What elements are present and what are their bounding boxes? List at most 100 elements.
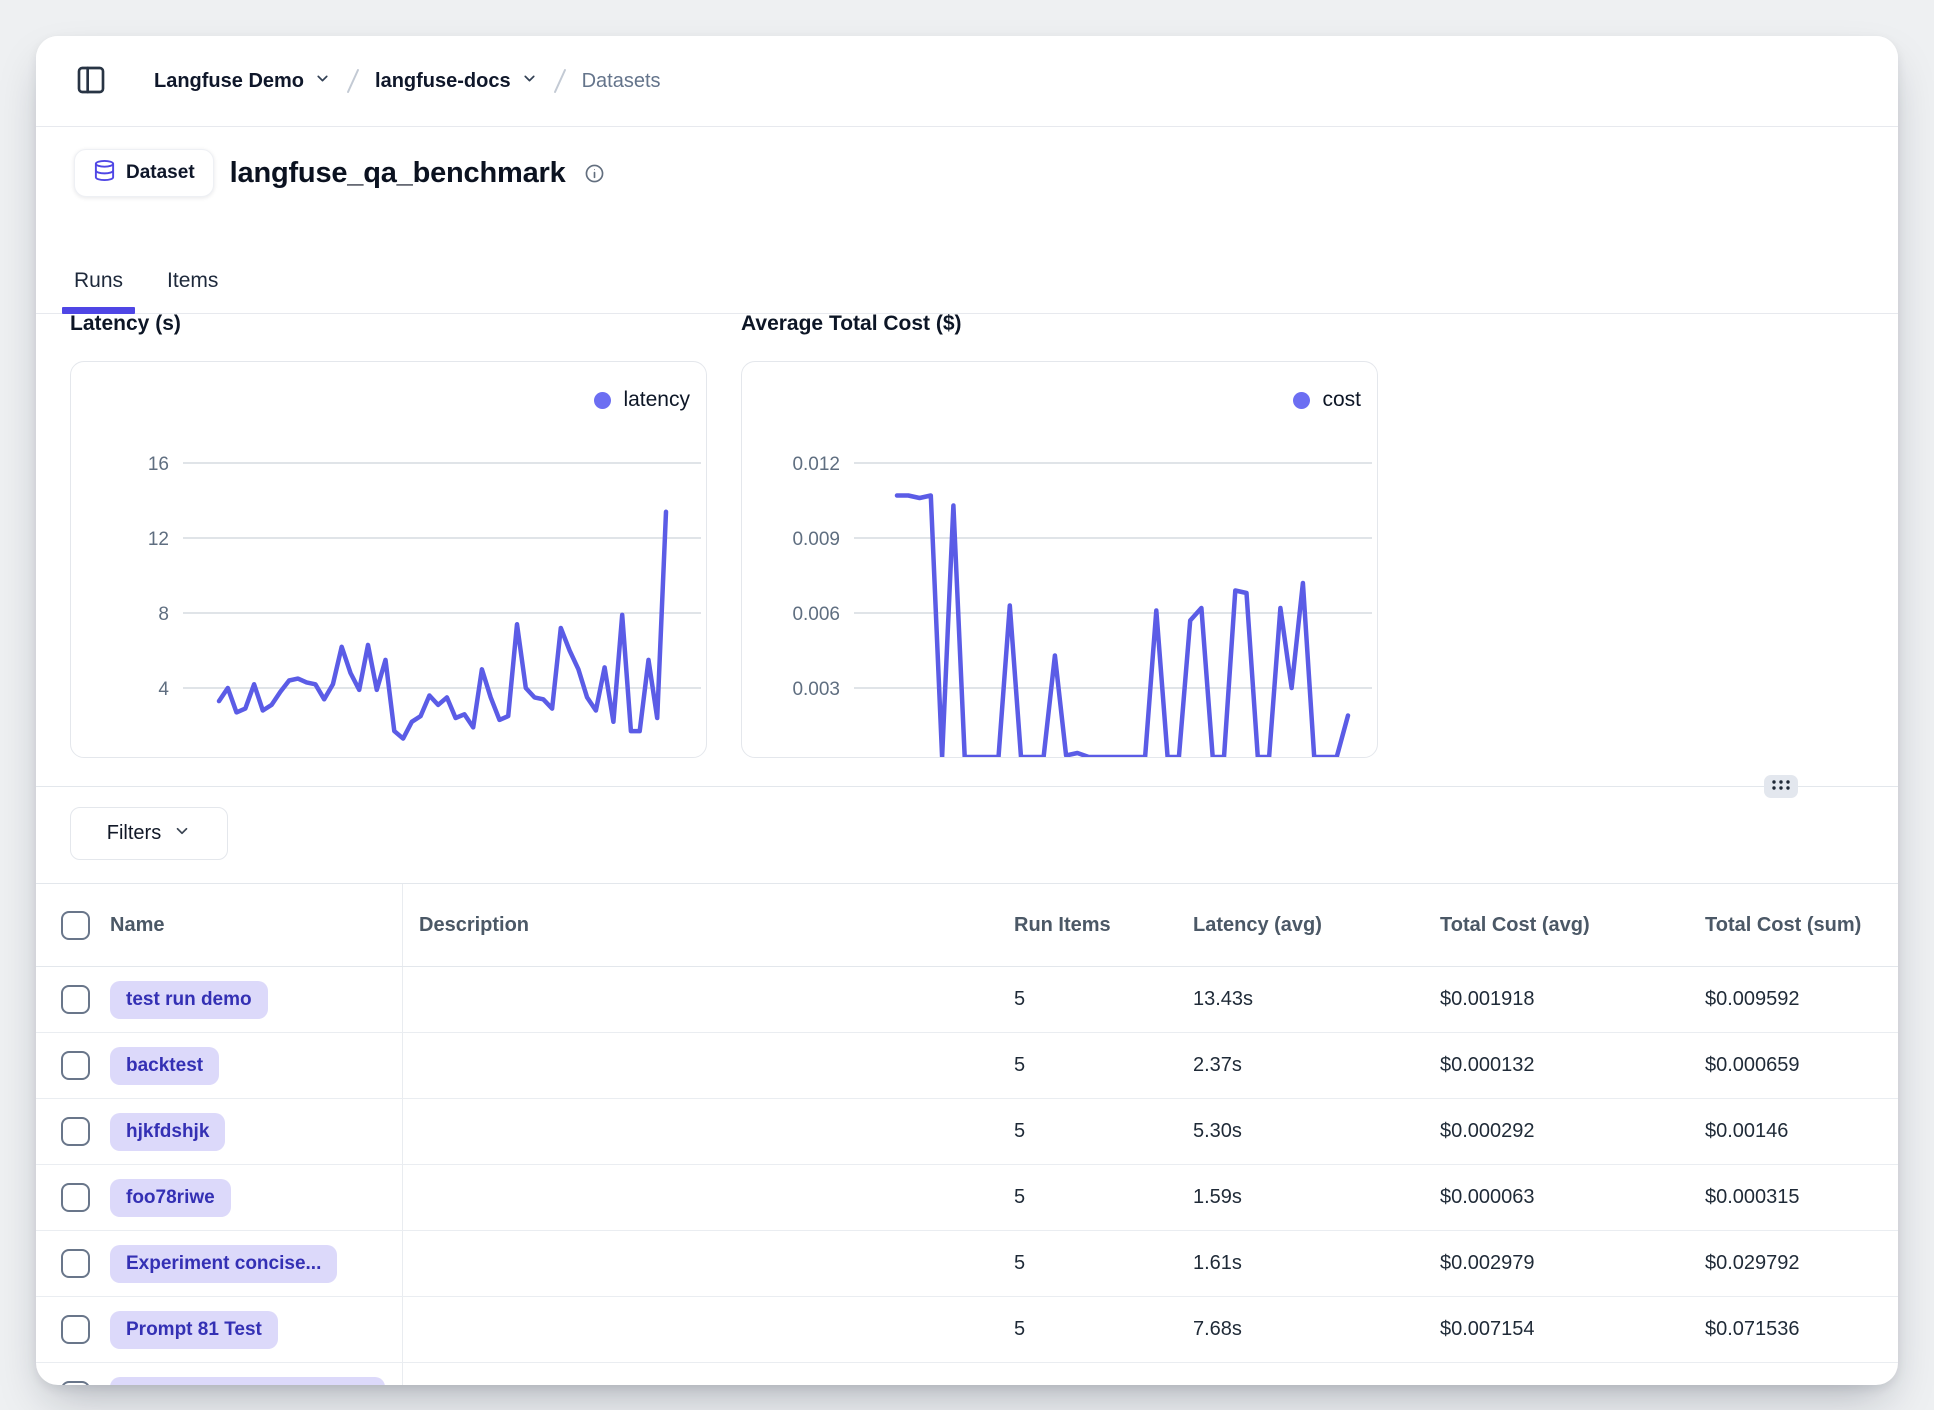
cost-chart: 0.012 0.009 0.006 0.003 cost <box>741 361 1378 758</box>
column-header-description: Description <box>403 914 998 937</box>
y-tick-label: 0.009 <box>792 529 840 550</box>
table-row[interactable]: hjkfdshjk55.30s$0.000292$0.00146 <box>36 1099 1898 1165</box>
run-name-badge[interactable] <box>110 1377 385 1386</box>
cell-total-cost-sum: $0.00146 <box>1689 1120 1898 1143</box>
runs-table: Name Description Run Items Latency (avg) Tot… <box>36 883 1898 1385</box>
breadcrumb-env-dropdown[interactable]: langfuse-docs <box>375 70 538 93</box>
latency-line <box>219 512 666 739</box>
tab-runs-label: Runs <box>74 269 123 293</box>
run-name-badge[interactable]: test run demo <box>110 981 268 1019</box>
select-all-checkbox[interactable] <box>61 911 90 940</box>
cell-total-cost-sum: $0.000315 <box>1689 1186 1898 1209</box>
column-header-label: Run Items <box>1014 914 1111 936</box>
chevron-down-icon <box>314 70 331 93</box>
run-name-badge[interactable]: Prompt 81 Test <box>110 1311 278 1349</box>
cell-total-cost-sum: $0.071536 <box>1689 1318 1898 1341</box>
row-checkbox-cell <box>36 1183 100 1212</box>
table-header-row: Name Description Run Items Latency (avg) Tot… <box>36 884 1898 967</box>
header-checkbox-cell <box>36 911 100 940</box>
cell-latency-avg: 1.61s <box>1177 1252 1424 1275</box>
row-checkbox[interactable] <box>61 1315 90 1344</box>
row-checkbox[interactable] <box>61 1249 90 1278</box>
page-title: langfuse_qa_benchmark <box>230 157 566 190</box>
run-name-badge[interactable]: backtest <box>110 1047 219 1085</box>
resize-handle[interactable] <box>1764 775 1798 798</box>
app-window: Langfuse Demo langfuse-docs Datasets Dat… <box>36 36 1898 1385</box>
run-name-cell: hjkfdshjk <box>100 1099 403 1164</box>
latency-plot: 161284 <box>71 362 707 758</box>
column-header-run-items: Run Items <box>998 914 1177 937</box>
row-checkbox[interactable] <box>61 1183 90 1212</box>
breadcrumb-project-label: Langfuse Demo <box>154 70 304 93</box>
table-row[interactable]: foo78riwe51.59s$0.000063$0.000315 <box>36 1165 1898 1231</box>
row-checkbox-cell <box>36 1381 100 1385</box>
cell-run-items: 5 <box>998 1186 1177 1209</box>
breadcrumb-project-dropdown[interactable]: Langfuse Demo <box>154 70 331 93</box>
row-checkbox-cell <box>36 1249 100 1278</box>
row-checkbox[interactable] <box>61 1051 90 1080</box>
panel-left-icon <box>75 64 107 99</box>
row-checkbox[interactable] <box>61 1117 90 1146</box>
cell-total-cost-sum: $0.000659 <box>1689 1054 1898 1077</box>
legend-dot-icon <box>594 392 611 409</box>
chevron-down-icon <box>521 70 538 93</box>
breadcrumb-datasets-link[interactable]: Datasets <box>582 70 661 93</box>
y-tick-label: 0.012 <box>792 454 840 475</box>
cell-total-cost-avg: $0.001918 <box>1424 988 1689 1011</box>
dataset-title-row: Dataset langfuse_qa_benchmark <box>74 148 605 198</box>
latency-legend: latency <box>594 388 690 412</box>
column-header-total-cost-avg: Total Cost (avg) <box>1424 914 1689 937</box>
cell-run-items: 5 <box>998 1054 1177 1077</box>
run-name-cell <box>100 1363 403 1385</box>
table-row[interactable]: test run demo513.43s$0.001918$0.009592 <box>36 967 1898 1033</box>
cost-plot: 0.012 0.009 0.006 0.003 <box>742 362 1378 758</box>
legend-dot-icon <box>1293 392 1310 409</box>
run-name-badge[interactable]: foo78riwe <box>110 1179 231 1217</box>
cell-run-items: 5 <box>998 1120 1177 1143</box>
latency-chart-block: Latency (s) 161284 latency <box>70 312 707 758</box>
table-row[interactable]: backtest 52.37s$0.000132$0.000659 <box>36 1033 1898 1099</box>
filters-button[interactable]: Filters <box>70 807 228 860</box>
cost-legend: cost <box>1293 388 1361 412</box>
tab-runs[interactable]: Runs <box>62 248 135 313</box>
cost-legend-label: cost <box>1322 388 1361 412</box>
column-header-label: Total Cost (sum) <box>1705 914 1861 936</box>
table-row[interactable]: Prompt 81 Test57.68s$0.007154$0.071536 <box>36 1297 1898 1363</box>
cell-total-cost-avg: $0.000292 <box>1424 1120 1689 1143</box>
run-name-cell: foo78riwe <box>100 1165 403 1230</box>
cell-run-items: 5 <box>998 1252 1177 1275</box>
column-header-label: Latency (avg) <box>1193 914 1322 936</box>
latency-chart-title: Latency (s) <box>70 312 707 340</box>
cost-line <box>897 496 1348 758</box>
y-tick-label: 0.006 <box>792 604 840 625</box>
table-row[interactable]: Experiment concise...51.61s$0.002979$0.0… <box>36 1231 1898 1297</box>
tab-items[interactable]: Items <box>155 248 230 313</box>
cell-total-cost-avg: $0.000132 <box>1424 1054 1689 1077</box>
run-name-cell: Prompt 81 Test <box>100 1297 403 1362</box>
run-name-cell: test run demo <box>100 967 403 1032</box>
cost-chart-block: Average Total Cost ($) 0.0120.0090.0060.… <box>741 312 1378 758</box>
row-checkbox[interactable] <box>61 1381 90 1385</box>
run-name-badge[interactable]: Experiment concise... <box>110 1245 337 1283</box>
row-checkbox[interactable] <box>61 985 90 1014</box>
y-tick-label: 0.003 <box>792 679 840 700</box>
cell-latency-avg: 2.37s <box>1177 1054 1424 1077</box>
column-header-name: Name <box>100 884 403 966</box>
table-row-partial[interactable] <box>36 1363 1898 1385</box>
section-divider <box>36 786 1898 787</box>
column-header-latency-avg: Latency (avg) <box>1177 914 1424 937</box>
sidebar-toggle-button[interactable] <box>74 64 108 98</box>
y-tick-label: 8 <box>158 604 169 625</box>
cell-latency-avg: 13.43s <box>1177 988 1424 1011</box>
info-icon[interactable] <box>584 163 605 184</box>
y-tick-label: 12 <box>148 529 169 550</box>
run-name-badge[interactable]: hjkfdshjk <box>110 1113 225 1151</box>
breadcrumb-env-label: langfuse-docs <box>375 70 511 93</box>
cell-latency-avg: 7.68s <box>1177 1318 1424 1341</box>
cell-run-items: 5 <box>998 988 1177 1011</box>
database-icon <box>93 159 116 188</box>
tab-bar: Runs Items <box>36 248 1898 314</box>
run-name-cell: backtest <box>100 1033 403 1098</box>
latency-legend-label: latency <box>623 388 690 412</box>
column-header-label: Description <box>419 914 529 936</box>
